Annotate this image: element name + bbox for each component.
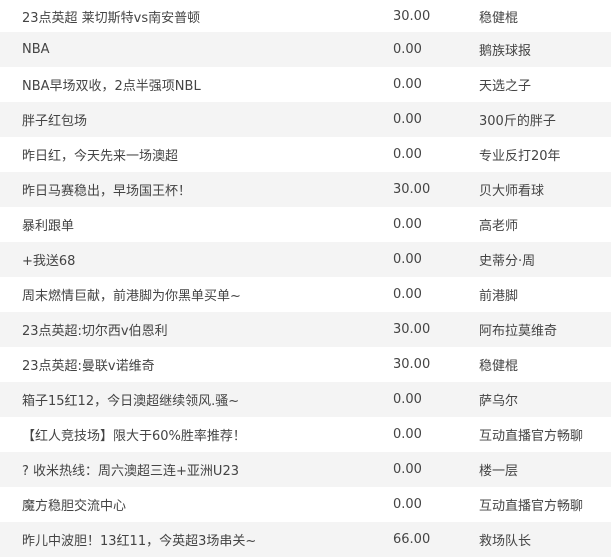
list-item[interactable]: 23点英超:切尔西v伯恩利 30.00 阿布拉莫维奇	[0, 312, 611, 347]
item-author: 天选之子	[479, 79, 532, 94]
item-title: ? 收米热线：周六澳超三连+亚洲U23	[22, 464, 239, 479]
item-title: 23点英超:切尔西v伯恩利	[22, 324, 168, 339]
item-price: 0.00	[393, 112, 422, 127]
list-item[interactable]: 【红人竞技场】限大于60%胜率推荐！ 0.00 互动直播官方畅聊	[0, 417, 611, 452]
list-item[interactable]: 胖子红包场 0.00 300斤的胖子	[0, 102, 611, 137]
item-title: 昨儿中波胆！13红11，今英超3场串关~	[22, 534, 257, 549]
list-item[interactable]: 箱子15红12，今日澳超继续领风.骚~ 0.00 萨乌尔	[0, 382, 611, 417]
item-price: 0.00	[393, 147, 422, 162]
item-price: 0.00	[393, 217, 422, 232]
list-item[interactable]: 昨儿中波胆！13红11，今英超3场串关~ 66.00 救场队长	[0, 522, 611, 557]
list-item[interactable]: 昨日红，今天先来一场澳超 0.00 专业反打20年	[0, 137, 611, 172]
item-author: 萨乌尔	[479, 394, 519, 409]
item-price: 0.00	[393, 252, 422, 267]
item-title: NBA早场双收，2点半强项NBL	[22, 79, 201, 94]
item-price: 30.00	[393, 8, 431, 24]
list-item[interactable]: 周末燃情巨献，前港脚为你黑单买单~ 0.00 前港脚	[0, 277, 611, 312]
item-price: 0.00	[393, 497, 422, 512]
item-author: 300斤的胖子	[479, 114, 556, 129]
item-title: NBA	[22, 42, 50, 57]
item-title: 23点英超:曼联v诺维奇	[22, 359, 155, 374]
list-item[interactable]: 23点英超 莱切斯特vs南安普顿 30.00 稳健棍	[0, 0, 611, 32]
item-title: +我送68	[22, 254, 76, 269]
list-item[interactable]: 23点英超:曼联v诺维奇 30.00 稳健棍	[0, 347, 611, 382]
item-price: 0.00	[393, 287, 422, 302]
item-author: 救场队长	[479, 534, 532, 549]
tip-list: 23点英超 莱切斯特vs南安普顿 30.00 稳健棍 NBA 0.00 鹅族球报…	[0, 0, 611, 557]
item-price: 0.00	[393, 462, 422, 477]
item-author: 鹅族球报	[479, 44, 532, 59]
item-author: 专业反打20年	[479, 149, 561, 164]
item-price: 30.00	[393, 322, 431, 337]
item-price: 30.00	[393, 357, 431, 372]
item-author: 稳健棍	[479, 359, 519, 374]
list-item[interactable]: ? 收米热线：周六澳超三连+亚洲U23 0.00 楼一层	[0, 452, 611, 487]
item-author: 前港脚	[479, 289, 519, 304]
item-title: 周末燃情巨献，前港脚为你黑单买单~	[22, 289, 241, 304]
list-item[interactable]: 昨日马赛稳出，早场国王杯！ 30.00 贝大师看球	[0, 172, 611, 207]
item-title: 23点英超 莱切斯特vs南安普顿	[22, 10, 201, 26]
item-price: 30.00	[393, 182, 431, 197]
item-title: 胖子红包场	[22, 114, 88, 129]
item-price: 0.00	[393, 427, 422, 442]
item-title: 昨日红，今天先来一场澳超	[22, 149, 179, 164]
list-item[interactable]: +我送68 0.00 史蒂分·周	[0, 242, 611, 277]
list-item[interactable]: NBA 0.00 鹅族球报	[0, 32, 611, 67]
item-author: 楼一层	[479, 464, 519, 479]
item-author: 史蒂分·周	[479, 254, 536, 269]
item-title: 【红人竞技场】限大于60%胜率推荐！	[22, 429, 246, 444]
item-price: 0.00	[393, 392, 422, 407]
list-item[interactable]: 魔方稳胆交流中心 0.00 互动直播官方畅聊	[0, 487, 611, 522]
item-author: 互动直播官方畅聊	[479, 429, 584, 444]
item-title: 暴利跟单	[22, 219, 75, 234]
item-author: 互动直播官方畅聊	[479, 499, 584, 514]
item-price: 66.00	[393, 532, 431, 547]
item-author: 稳健棍	[479, 10, 519, 26]
list-item[interactable]: NBA早场双收，2点半强项NBL 0.00 天选之子	[0, 67, 611, 102]
item-title: 昨日马赛稳出，早场国王杯！	[22, 184, 192, 199]
item-author: 高老师	[479, 219, 519, 234]
item-title: 箱子15红12，今日澳超继续领风.骚~	[22, 394, 240, 409]
item-author: 阿布拉莫维奇	[479, 324, 558, 339]
item-price: 0.00	[393, 42, 422, 57]
item-title: 魔方稳胆交流中心	[22, 499, 127, 514]
item-author: 贝大师看球	[479, 184, 545, 199]
item-price: 0.00	[393, 77, 422, 92]
list-item[interactable]: 暴利跟单 0.00 高老师	[0, 207, 611, 242]
